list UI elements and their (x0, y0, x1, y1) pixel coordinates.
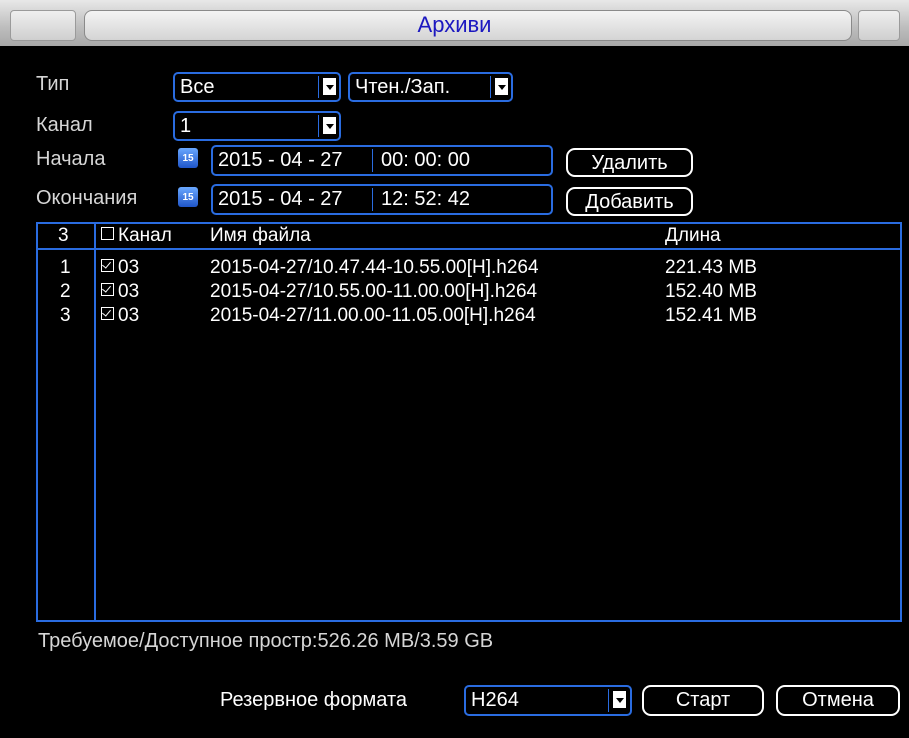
backup-format-select[interactable]: H264 (464, 685, 632, 716)
start-datetime-divider (372, 149, 373, 172)
row-index: 1 (60, 257, 71, 278)
backup-format-divider (608, 689, 609, 712)
end-label: Окончания (36, 187, 138, 209)
chevron-down-icon[interactable] (323, 117, 336, 134)
row-checkbox[interactable] (101, 283, 114, 296)
archive-window: Архиви Тип Все Чтен./Зап. Канал 1 Начала… (0, 0, 909, 738)
row-length: 152.40 MB (665, 281, 757, 302)
title-bar: Архиви (0, 0, 909, 46)
row-channel-value: 03 (118, 281, 140, 302)
window-title: Архиви (417, 12, 492, 37)
row-length: 152.41 MB (665, 305, 757, 326)
backup-format-label: Резервное формата (220, 689, 408, 711)
row-filename: 2015-04-27/10.55.00-11.00.00[H].h264 (210, 281, 538, 302)
channel-label: Канал (36, 114, 93, 136)
select-all-checkbox[interactable] (101, 227, 114, 240)
start-button[interactable]: Старт (642, 685, 764, 716)
row-channel[interactable]: 03 (101, 281, 139, 303)
row-length: 221.43 MB (665, 257, 757, 278)
row-channel-value: 03 (118, 305, 140, 326)
row-checkbox[interactable] (101, 259, 114, 272)
delete-button[interactable]: Удалить (566, 148, 693, 177)
space-info: Требуемое/Доступное простр:526.26 MB/3.5… (38, 630, 494, 652)
calendar-icon[interactable]: 15 (178, 148, 198, 168)
type-select-divider (318, 76, 319, 98)
chevron-down-icon[interactable] (613, 691, 626, 708)
header-length: Длина (665, 225, 721, 246)
type-label: Тип (36, 73, 70, 95)
calendar-icon[interactable]: 15 (178, 187, 198, 207)
row-index: 3 (60, 305, 71, 326)
chevron-down-icon[interactable] (495, 78, 508, 95)
table-header: 3 Канал Имя файла Длина (38, 224, 900, 250)
record-mode-select[interactable]: Чтен./Зап. (348, 72, 513, 102)
channel-select-value: 1 (180, 115, 192, 137)
row-channel[interactable]: 03 (101, 257, 139, 279)
chevron-down-icon[interactable] (323, 78, 336, 95)
file-table: 3 Канал Имя файла Длина 1 03 2015-04-27/… (36, 222, 902, 622)
row-channel[interactable]: 03 (101, 305, 139, 327)
row-index: 2 (60, 281, 71, 302)
start-label: Начала (36, 148, 106, 170)
row-filename: 2015-04-27/10.47.44-10.55.00[H].h264 (210, 257, 539, 278)
start-date-value[interactable]: 2015 - 04 - 27 (218, 149, 343, 172)
cancel-button[interactable]: Отмена (776, 685, 900, 716)
add-button[interactable]: Добавить (566, 187, 693, 216)
column-divider (94, 224, 96, 620)
row-count: 3 (58, 225, 69, 246)
backup-format-value: H264 (471, 689, 519, 711)
channel-select-divider (318, 115, 319, 137)
channel-select[interactable]: 1 (173, 111, 341, 141)
header-channel[interactable]: Канал (101, 225, 172, 247)
end-date-value[interactable]: 2015 - 04 - 27 (218, 188, 343, 211)
header-filename: Имя файла (210, 225, 311, 246)
start-time-value[interactable]: 00: 00: 00 (381, 149, 470, 172)
record-mode-value: Чтен./Зап. (355, 76, 451, 98)
end-datetime-field[interactable]: 2015 - 04 - 27 12: 52: 42 (211, 184, 553, 215)
row-channel-value: 03 (118, 257, 140, 278)
start-datetime-field[interactable]: 2015 - 04 - 27 00: 00: 00 (211, 145, 553, 176)
type-select[interactable]: Все (173, 72, 341, 102)
end-time-value[interactable]: 12: 52: 42 (381, 188, 470, 211)
row-checkbox[interactable] (101, 307, 114, 320)
row-filename: 2015-04-27/11.00.00-11.05.00[H].h264 (210, 305, 536, 326)
record-mode-divider (490, 76, 491, 98)
header-channel-label: Канал (118, 225, 172, 246)
end-datetime-divider (372, 188, 373, 211)
type-select-value: Все (180, 76, 215, 98)
